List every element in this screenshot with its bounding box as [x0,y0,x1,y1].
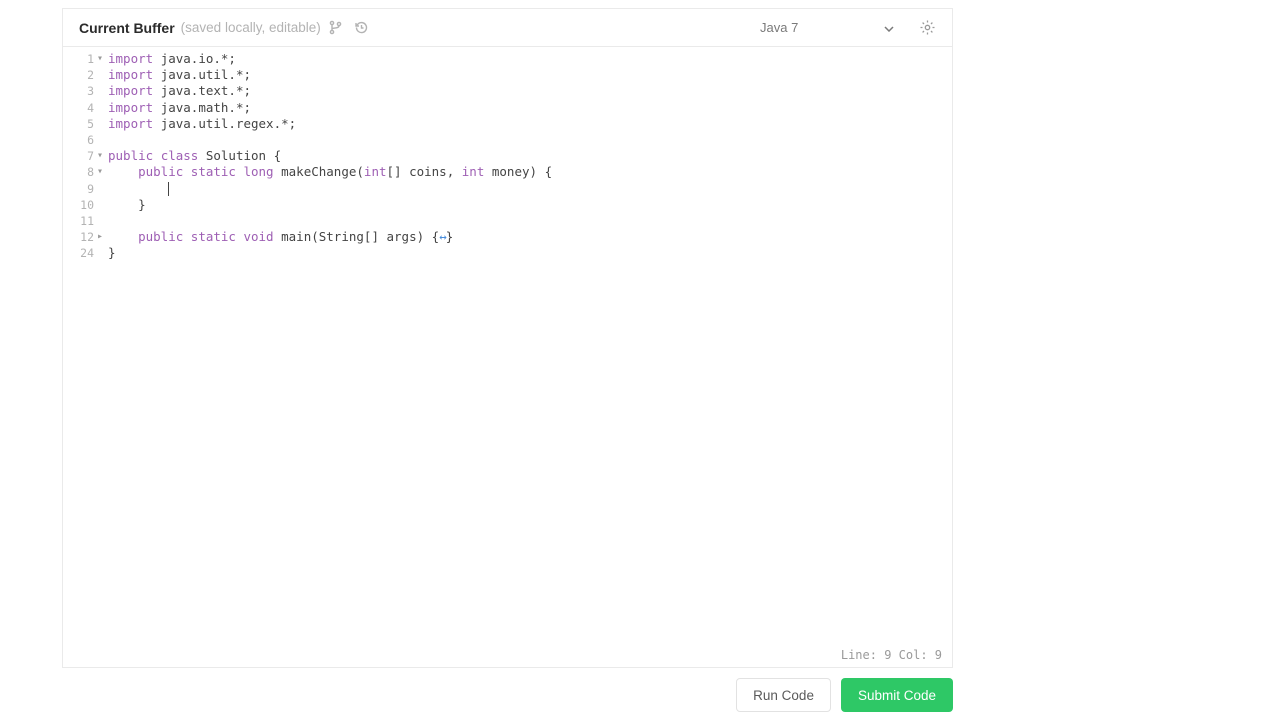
code-content: import java.text.*; [108,83,251,99]
fold-marker [96,100,108,116]
line-number: 11 [63,213,96,229]
line-number: 2 [63,67,96,83]
line-number: 1 [63,51,96,67]
code-line[interactable]: 2 import java.util.*; [63,67,952,83]
code-line[interactable]: 9 [63,181,952,197]
fold-marker [96,67,108,83]
line-number: 10 [63,197,96,213]
buffer-subtitle: (saved locally, editable) [181,20,321,35]
code-line[interactable]: 10 } [63,197,952,213]
code-line[interactable]: 8▾ public static long makeChange(int[] c… [63,164,952,180]
chevron-down-icon [884,20,894,35]
editor-header: Current Buffer (saved locally, editable)… [63,9,952,47]
code-content [108,181,169,197]
fold-marker [96,197,108,213]
code-line[interactable]: 3 import java.text.*; [63,83,952,99]
language-select[interactable]: Java 7 [752,16,902,39]
line-number: 8 [63,164,96,180]
code-content: public class Solution { [108,148,281,164]
code-content: import java.io.*; [108,51,236,67]
code-content: import java.math.*; [108,100,251,116]
code-line[interactable]: 24} [63,245,952,261]
code-content: } [108,197,146,213]
line-number: 7 [63,148,96,164]
code-line[interactable]: 11 [63,213,952,229]
buffer-title: Current Buffer [79,20,175,36]
line-number: 6 [63,132,96,148]
fold-marker [96,116,108,132]
line-number: 12 [63,229,96,245]
fold-marker[interactable]: ▾ [96,164,108,180]
line-number: 5 [63,116,96,132]
fold-marker [96,213,108,229]
code-line[interactable]: 6 [63,132,952,148]
line-number: 3 [63,83,96,99]
submit-code-button[interactable]: Submit Code [841,678,953,712]
history-icon[interactable] [351,17,373,39]
fold-marker [96,245,108,261]
fold-marker [96,83,108,99]
code-editor[interactable]: 1▾import java.io.*;2import java.util.*;3… [63,47,952,261]
text-caret [168,182,169,196]
fold-marker[interactable]: ▸ [96,229,108,245]
code-line[interactable]: 12▸ public static void main(String[] arg… [63,229,952,245]
code-content: public static long makeChange(int[] coin… [108,164,552,180]
line-number: 9 [63,181,96,197]
fold-marker[interactable]: ▾ [96,148,108,164]
code-line[interactable]: 4 import java.math.*; [63,100,952,116]
branch-icon[interactable] [325,17,347,39]
code-content: } [108,245,116,261]
status-bar: Line: 9 Col: 9 [831,643,952,667]
line-number: 24 [63,245,96,261]
fold-marker [96,132,108,148]
code-line[interactable]: 1▾import java.io.*; [63,51,952,67]
editor-panel: Current Buffer (saved locally, editable)… [62,8,953,668]
line-number: 4 [63,100,96,116]
code-line[interactable]: 7▾public class Solution { [63,148,952,164]
language-label: Java 7 [760,20,798,35]
run-code-button[interactable]: Run Code [736,678,831,712]
gear-icon[interactable] [914,15,940,41]
code-content: import java.util.*; [108,67,251,83]
code-content: public static void main(String[] args) {… [108,229,453,245]
code-content: import java.util.regex.*; [108,116,296,132]
code-line[interactable]: 5 import java.util.regex.*; [63,116,952,132]
cursor-position: Line: 9 Col: 9 [841,648,942,662]
fold-marker [96,181,108,197]
fold-marker[interactable]: ▾ [96,51,108,67]
action-bar: Run Code Submit Code [62,678,953,712]
